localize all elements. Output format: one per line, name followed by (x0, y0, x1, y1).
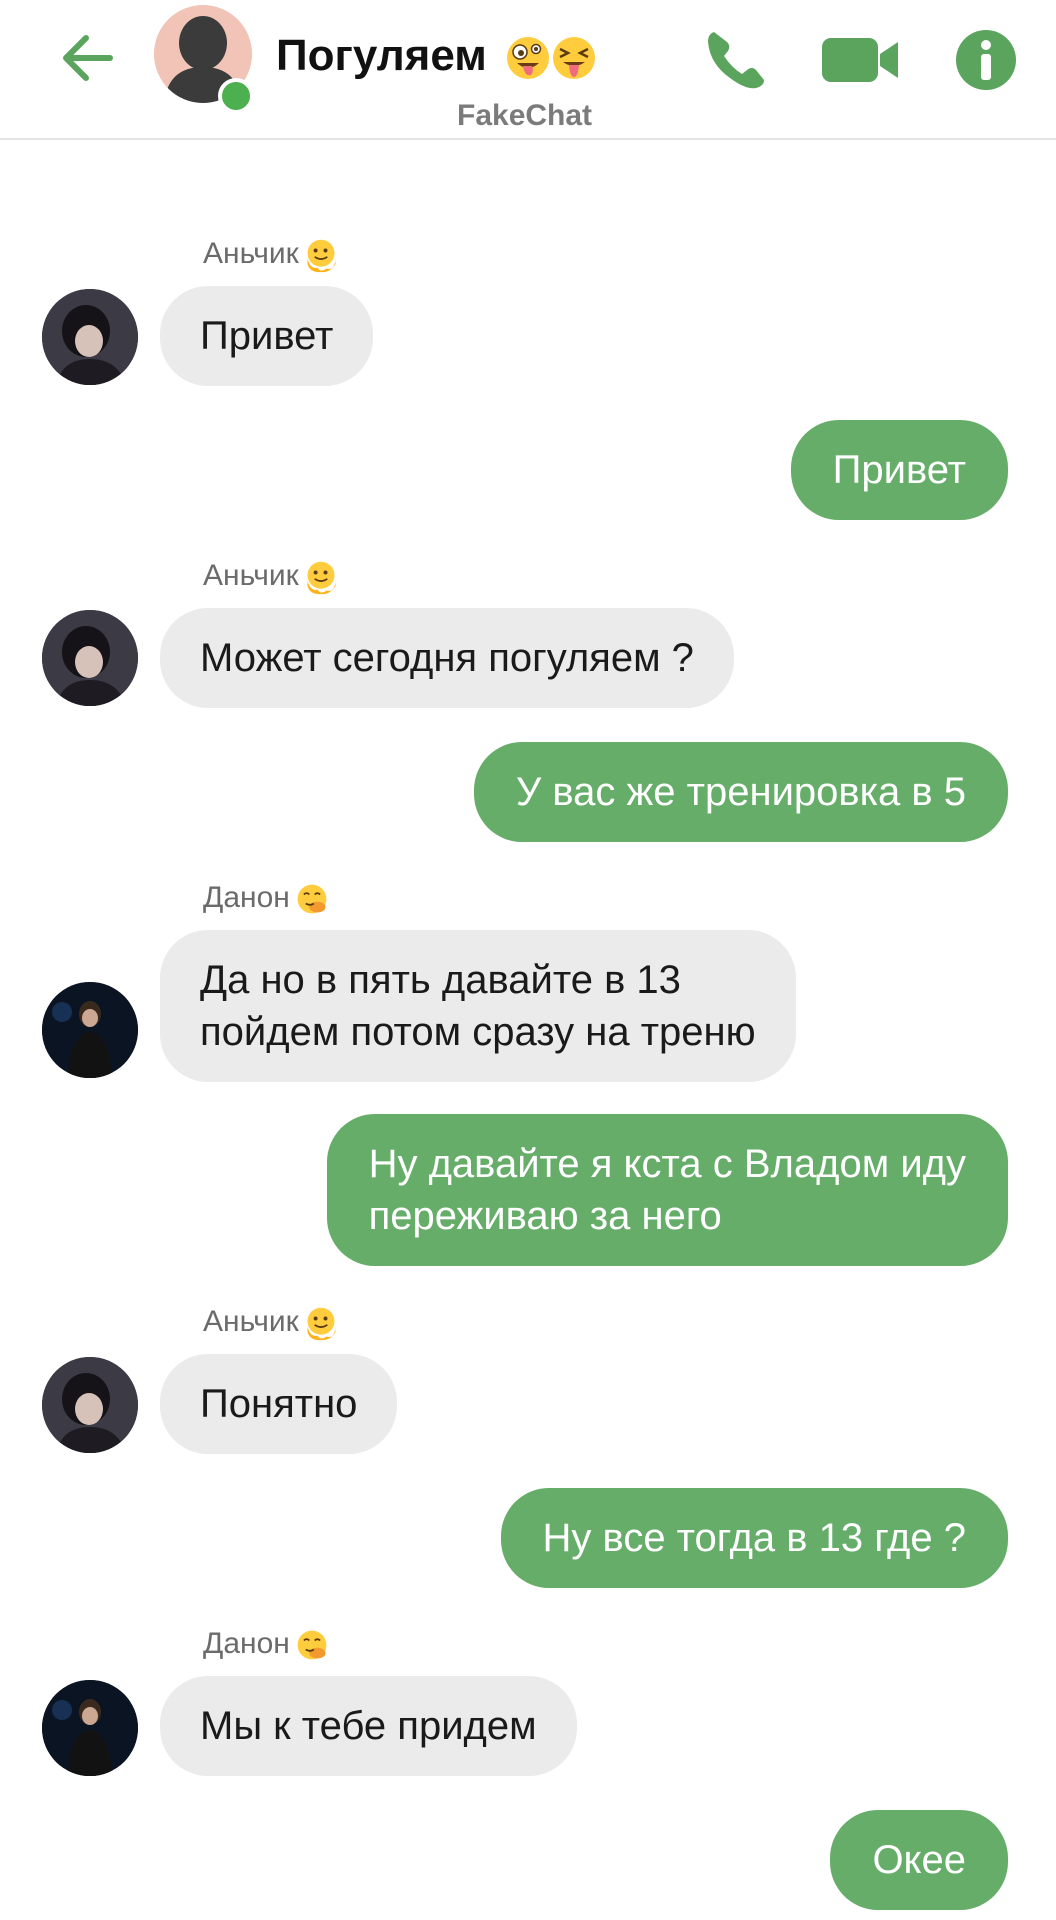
video-camera-icon (822, 38, 898, 82)
user-photo (42, 982, 138, 1078)
message-bubble-incoming[interactable]: Да но в пять давайте в 13 пойдем потом с… (160, 930, 796, 1082)
chat-header: Погуляем FakeChat (0, 0, 1056, 140)
chat-title: Погуляем (276, 30, 597, 82)
sender-name: Аньчик (203, 1302, 339, 1342)
avatar[interactable] (42, 1357, 138, 1453)
message-bubble-outgoing[interactable]: У вас же тренировка в 5 (473, 742, 1008, 842)
phone-icon (708, 32, 764, 89)
sender-name: Аньчик (203, 556, 339, 596)
sender-name-text: Аньчик (203, 237, 299, 270)
avatar[interactable] (42, 1680, 138, 1776)
avatar[interactable] (42, 289, 138, 385)
message-bubble-outgoing[interactable]: Окее (830, 1810, 1008, 1910)
melting-face-icon (306, 560, 337, 596)
chat-screen: Погуляем FakeChat Аньчик Привет Привет А… (0, 0, 1056, 1920)
online-status-indicator (218, 78, 254, 114)
chat-title-text: Погуляем (276, 31, 487, 80)
message-bubble-incoming[interactable]: Мы к тебе придем (160, 1676, 577, 1776)
back-button[interactable] (52, 20, 128, 96)
video-call-button[interactable] (818, 24, 908, 96)
sender-name-text: Данон (203, 1627, 290, 1660)
user-photo (42, 610, 138, 706)
info-icon (956, 30, 1016, 90)
sender-name: Аньчик (203, 234, 339, 274)
zany-face-icon (507, 37, 550, 80)
message-bubble-outgoing[interactable]: Ну давайте я кста с Владом иду переживаю… (326, 1114, 1008, 1266)
user-photo (42, 1680, 138, 1776)
sender-name-text: Аньчик (203, 559, 299, 592)
avatar[interactable] (42, 982, 138, 1078)
info-button[interactable] (950, 24, 1022, 96)
sender-name-text: Аньчик (203, 1305, 299, 1338)
message-bubble-outgoing[interactable]: Привет (790, 420, 1008, 520)
voice-call-button[interactable] (700, 24, 772, 96)
sender-name-text: Данон (203, 881, 290, 914)
message-bubble-outgoing[interactable]: Ну все тогда в 13 где ? (500, 1488, 1008, 1588)
squinting-tongue-face-icon (553, 37, 596, 80)
face-with-hand-over-mouth-icon (296, 883, 328, 915)
app-name-label: FakeChat (457, 99, 593, 132)
message-bubble-incoming[interactable]: Привет (160, 286, 374, 386)
face-with-hand-over-mouth-icon (296, 1629, 328, 1661)
melting-face-icon (306, 238, 337, 274)
message-bubble-incoming[interactable]: Может сегодня погуляем ? (160, 608, 734, 708)
user-photo (42, 1357, 138, 1453)
arrow-left-icon (63, 35, 113, 81)
sender-name: Данон (203, 878, 330, 918)
avatar[interactable] (42, 610, 138, 706)
user-photo (42, 289, 138, 385)
sender-name: Данон (203, 1624, 330, 1664)
message-bubble-incoming[interactable]: Понятно (160, 1354, 398, 1454)
melting-face-icon (306, 1306, 337, 1342)
